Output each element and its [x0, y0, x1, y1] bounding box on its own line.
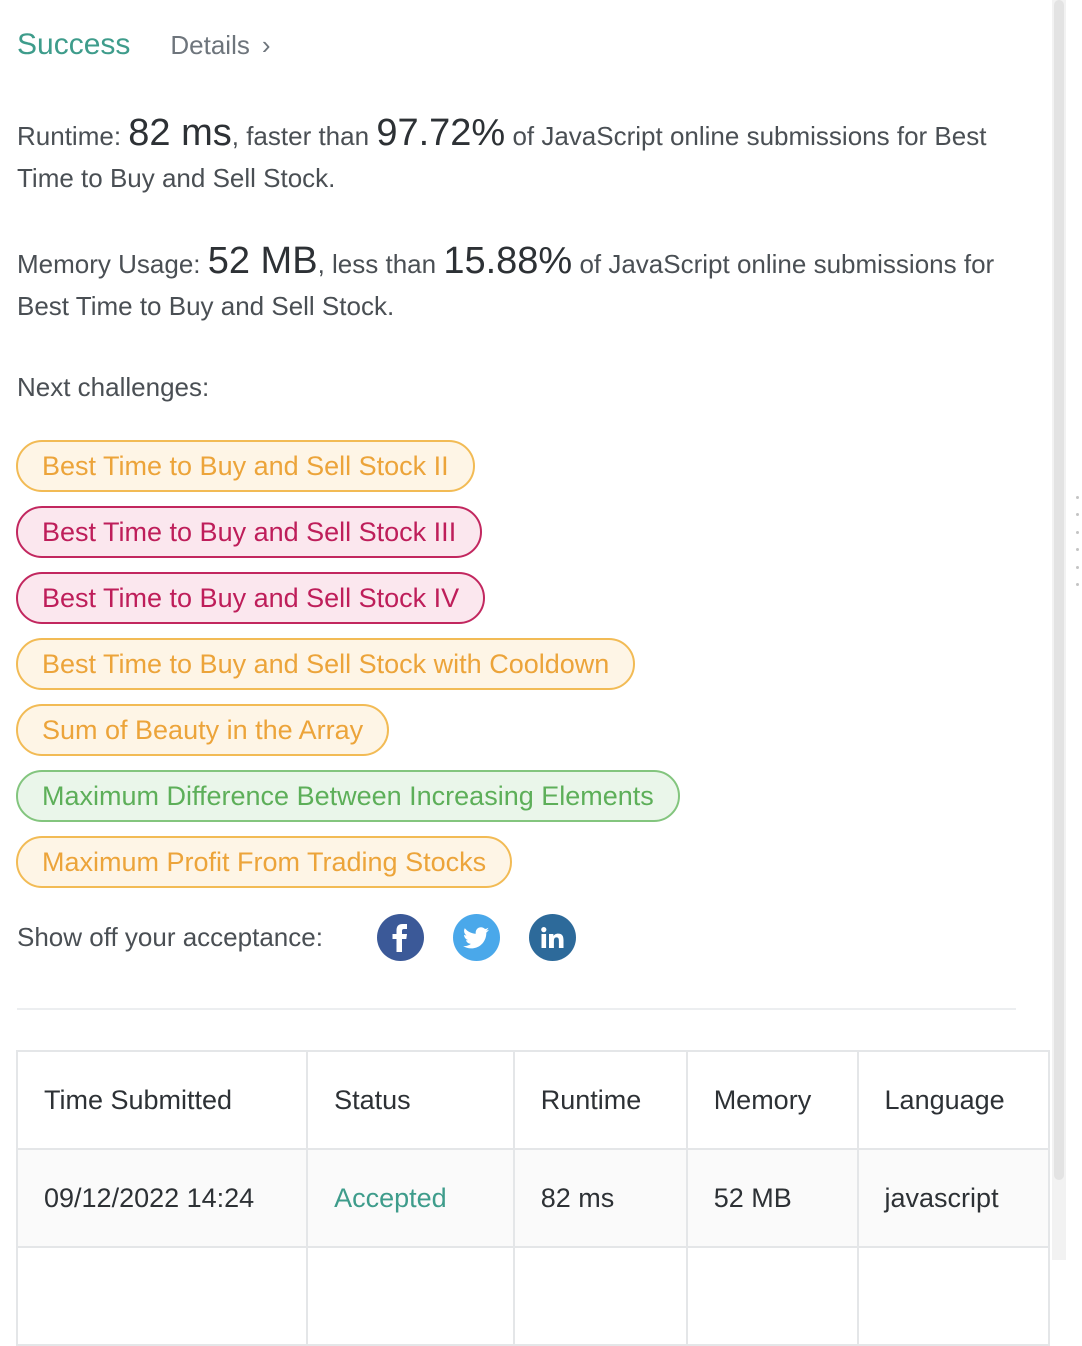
runtime-percentile: 97.72%	[376, 112, 506, 154]
details-link-label: Details	[170, 30, 250, 60]
result-header: Success Details ›	[17, 28, 271, 62]
cell-empty	[306, 1246, 515, 1346]
runtime-comparison: , faster than	[231, 121, 370, 151]
challenge-chip[interactable]: Best Time to Buy and Sell Stock IV	[16, 572, 486, 624]
header-runtime: Runtime	[512, 1050, 688, 1150]
facebook-icon[interactable]	[376, 914, 424, 961]
runtime-value: 82 ms	[128, 112, 232, 154]
challenge-chip[interactable]: Maximum Profit From Trading Stocks	[16, 836, 513, 888]
memory-comparison: , less than	[317, 249, 437, 279]
submission-result-panel: Success Details › Runtime: 82 ms, faster…	[0, 0, 1051, 1346]
runtime-stat: Runtime: 82 ms, faster than 97.72% of Ja…	[17, 112, 1007, 199]
header-status: Status	[306, 1050, 515, 1150]
next-challenges-label: Next challenges:	[17, 372, 210, 402]
header-language: Language	[856, 1050, 1051, 1150]
cell-runtime: 82 ms	[512, 1148, 688, 1248]
challenge-chip[interactable]: Best Time to Buy and Sell Stock with Coo…	[16, 638, 636, 690]
chevron-right-icon: ›	[261, 30, 271, 60]
header-time-submitted: Time Submitted	[15, 1050, 309, 1150]
twitter-icon[interactable]	[452, 914, 500, 961]
challenge-chip[interactable]: Maximum Difference Between Increasing El…	[16, 770, 680, 822]
cell-memory: 52 MB	[685, 1148, 859, 1248]
vertical-scrollbar[interactable]	[1052, 0, 1066, 1260]
challenge-chip[interactable]: Best Time to Buy and Sell Stock III	[16, 506, 483, 558]
cell-empty	[685, 1246, 859, 1346]
cell-language: javascript	[856, 1148, 1051, 1248]
memory-value: 52 MB	[207, 240, 318, 282]
share-label: Show off your acceptance:	[17, 922, 323, 952]
share-bar: Show off your acceptance:	[17, 914, 605, 961]
details-link[interactable]: Details ›	[170, 30, 270, 61]
memory-label: Memory Usage:	[17, 249, 201, 279]
challenge-chip[interactable]: Best Time to Buy and Sell Stock II	[16, 440, 475, 492]
cell-empty	[15, 1246, 309, 1346]
section-divider	[17, 1008, 1016, 1010]
memory-stat: Memory Usage: 52 MB, less than 15.88% of…	[17, 240, 1007, 327]
runtime-label: Runtime:	[17, 121, 122, 151]
linkedin-icon[interactable]	[528, 914, 576, 961]
challenge-chip[interactable]: Sum of Beauty in the Array	[16, 704, 390, 756]
submissions-table: Time Submitted Status Runtime Memory Lan…	[15, 1050, 1051, 1346]
panel-resize-handle[interactable]	[1076, 496, 1080, 586]
header-memory: Memory	[685, 1050, 859, 1150]
table-header-row: Time Submitted Status Runtime Memory Lan…	[15, 1050, 1051, 1150]
cell-empty	[512, 1246, 688, 1346]
scrollbar-thumb[interactable]	[1054, 0, 1064, 1180]
next-challenges-list: Best Time to Buy and Sell Stock II Best …	[16, 440, 680, 902]
status-success-label: Success	[17, 28, 131, 61]
cell-empty	[856, 1246, 1051, 1346]
memory-percentile: 15.88%	[443, 240, 573, 282]
cell-status-link[interactable]: Accepted	[306, 1148, 515, 1248]
table-row-partial	[15, 1246, 1051, 1346]
cell-time-submitted: 09/12/2022 14:24	[15, 1148, 309, 1248]
table-row[interactable]: 09/12/2022 14:24 Accepted 82 ms 52 MB ja…	[15, 1148, 1051, 1248]
